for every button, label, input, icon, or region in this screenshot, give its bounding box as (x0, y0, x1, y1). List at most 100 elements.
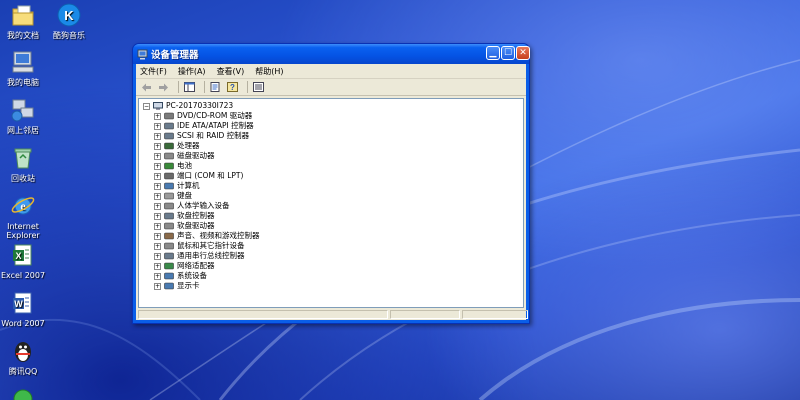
desktop-icon-kugou-music[interactable]: K 酷狗音乐 (44, 2, 94, 40)
desktop-icon-word[interactable]: W Word 2007 (0, 290, 48, 328)
tree-item[interactable]: + 软盘驱动器 (154, 221, 523, 231)
tree-item[interactable]: + 鼠标和其它指针设备 (154, 241, 523, 251)
desktop-icon-excel[interactable]: X Excel 2007 (0, 242, 48, 280)
expand-toggle[interactable]: + (154, 232, 161, 240)
computer-icon (164, 182, 174, 190)
expand-toggle[interactable]: + (154, 122, 161, 130)
network-places-icon (10, 97, 36, 123)
back-button[interactable] (140, 81, 153, 93)
menu-help[interactable]: 帮助(H) (255, 66, 283, 77)
tree-item[interactable]: + 电池 (154, 161, 523, 171)
battery-icon (164, 162, 174, 170)
desktop-icon-my-computer[interactable]: 我的电脑 (0, 49, 48, 87)
tree-item[interactable]: + 端口 (COM 和 LPT) (154, 171, 523, 181)
processor-icon (164, 142, 174, 150)
scsi-controller-icon (164, 132, 174, 140)
desktop-icon-network-places[interactable]: 网上邻居 (0, 97, 48, 135)
tree-item[interactable]: + 磁盘驱动器 (154, 151, 523, 161)
expand-toggle[interactable]: + (154, 152, 161, 160)
tree-item[interactable]: + DVD/CD-ROM 驱动器 (154, 111, 523, 121)
expand-toggle[interactable]: + (154, 222, 161, 230)
svg-text:K: K (64, 8, 74, 23)
tree-item-label: 软盘驱动器 (177, 221, 215, 230)
floppy-controller-icon (164, 212, 174, 220)
close-button[interactable]: ✕ (516, 46, 530, 60)
desktop-icon-partial[interactable] (10, 386, 36, 400)
expand-toggle[interactable]: + (154, 202, 161, 210)
maximize-button[interactable]: ☐ (501, 46, 515, 60)
tree-item-label: 鼠标和其它指针设备 (177, 241, 245, 250)
expand-toggle[interactable]: + (154, 262, 161, 270)
tree-item[interactable]: + SCSI 和 RAID 控制器 (154, 131, 523, 141)
tree-item[interactable]: + 计算机 (154, 181, 523, 191)
expand-toggle[interactable]: + (154, 172, 161, 180)
properties-button[interactable] (209, 81, 222, 93)
tree-item[interactable]: + 人体学输入设备 (154, 201, 523, 211)
desktop-icon-recycle-bin[interactable]: 回收站 (0, 145, 48, 183)
toolbar: ? (136, 79, 526, 96)
forward-button[interactable] (157, 81, 170, 93)
show-hide-tree-button[interactable] (183, 81, 196, 93)
window-title: 设备管理器 (151, 50, 199, 61)
minimize-icon: ▁ (489, 48, 497, 58)
tree-item-label: 通用串行总线控制器 (177, 251, 245, 260)
status-segment (138, 310, 388, 319)
qq-icon (10, 338, 36, 364)
device-manager-window[interactable]: 设备管理器 ▁ ☐ ✕ 文件(F) 操作(A) 查看(V) 帮助(H) ? − … (132, 43, 530, 324)
maximize-icon: ☐ (503, 48, 513, 58)
tree-item-label: 端口 (COM 和 LPT) (177, 171, 244, 180)
expand-toggle[interactable]: + (154, 162, 161, 170)
device-manager-icon (137, 49, 148, 59)
tree-item-label: 磁盘驱动器 (177, 151, 215, 160)
minimize-button[interactable]: ▁ (486, 46, 500, 60)
expand-toggle[interactable]: + (154, 282, 161, 290)
tree-item-label: 计算机 (177, 181, 200, 190)
desktop-icon-my-documents[interactable]: 我的文档 (0, 2, 48, 40)
mouse-icon (164, 242, 174, 250)
tree-item-label: SCSI 和 RAID 控制器 (177, 131, 250, 140)
tree-item[interactable]: + IDE ATA/ATAPI 控制器 (154, 121, 523, 131)
toolbar-separator (178, 81, 179, 93)
tree-item-label: IDE ATA/ATAPI 控制器 (177, 121, 254, 130)
tree-item[interactable]: + 软盘控制器 (154, 211, 523, 221)
window-client-area: 文件(F) 操作(A) 查看(V) 帮助(H) ? − PC-20170330I… (136, 64, 528, 320)
expand-toggle[interactable]: + (154, 132, 161, 140)
help-button[interactable]: ? (226, 81, 239, 93)
back-arrow-icon (142, 83, 151, 91)
menu-file[interactable]: 文件(F) (140, 66, 167, 77)
tree-item[interactable]: + 系统设备 (154, 271, 523, 281)
desktop-icon-qq[interactable]: 腾讯QQ (0, 338, 48, 376)
tree-item[interactable]: + 键盘 (154, 191, 523, 201)
tree-item-label: 网络适配器 (177, 261, 215, 270)
expand-toggle[interactable]: + (154, 142, 161, 150)
expand-toggle[interactable]: + (154, 192, 161, 200)
expand-toggle[interactable]: + (154, 112, 161, 120)
tree-item[interactable]: + 处理器 (154, 141, 523, 151)
device-tree[interactable]: − PC-20170330I723 + DVD/CD-ROM 驱动器 + IDE AT… (138, 98, 524, 308)
tree-items: + DVD/CD-ROM 驱动器 + IDE ATA/ATAPI 控制器 + SCSI 和… (143, 111, 523, 291)
ide-controller-icon (164, 122, 174, 130)
expand-toggle[interactable]: + (154, 182, 161, 190)
expand-toggle[interactable]: + (154, 212, 161, 220)
expand-toggle[interactable]: + (154, 252, 161, 260)
menu-bar: 文件(F) 操作(A) 查看(V) 帮助(H) (136, 64, 526, 79)
network-adapter-icon (164, 262, 174, 270)
expand-toggle[interactable]: + (154, 272, 161, 280)
details-button[interactable] (252, 81, 265, 93)
tree-root[interactable]: − PC-20170330I723 (143, 101, 523, 111)
menu-view[interactable]: 查看(V) (217, 66, 245, 77)
tree-root-label: PC-20170330I723 (166, 101, 234, 110)
tree-item[interactable]: + 网络适配器 (154, 261, 523, 271)
collapse-toggle[interactable]: − (143, 102, 150, 110)
tree-item[interactable]: + 显示卡 (154, 281, 523, 291)
desktop-icon-internet-explorer[interactable]: e Internet Explorer (0, 193, 48, 240)
computer-root-icon (153, 102, 163, 110)
keyboard-icon (164, 192, 174, 200)
svg-text:W: W (14, 299, 23, 309)
menu-action[interactable]: 操作(A) (178, 66, 206, 77)
expand-toggle[interactable]: + (154, 242, 161, 250)
tree-item[interactable]: + 通用串行总线控制器 (154, 251, 523, 261)
tree-item[interactable]: + 声音、视频和游戏控制器 (154, 231, 523, 241)
disk-drive-icon (164, 152, 174, 160)
window-titlebar[interactable]: 设备管理器 ▁ ☐ ✕ (133, 44, 530, 64)
